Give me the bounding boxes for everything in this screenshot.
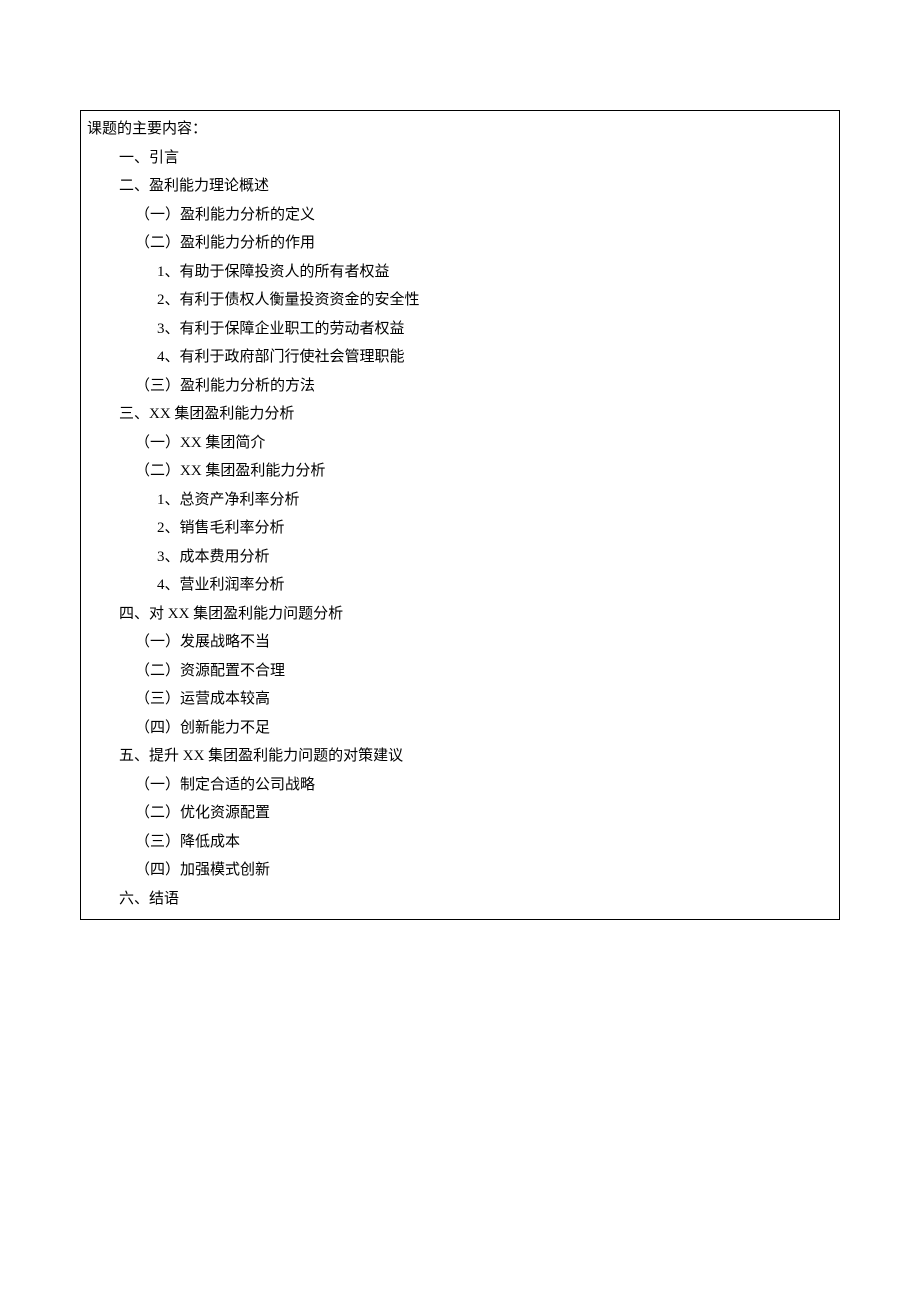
outline-body: 一、引言二、盈利能力理论概述（一）盈利能力分析的定义（二）盈利能力分析的作用1、… (87, 144, 833, 914)
outline-item: （二）XX 集团盈利能力分析 (135, 457, 833, 486)
outline-item: （二）优化资源配置 (135, 799, 833, 828)
outline-item: 六、结语 (119, 885, 833, 914)
outline-item: 2、销售毛利率分析 (157, 514, 833, 543)
outline-item: （一）制定合适的公司战略 (135, 771, 833, 800)
outline-item: 二、盈利能力理论概述 (119, 172, 833, 201)
outline-container: 课题的主要内容： 一、引言二、盈利能力理论概述（一）盈利能力分析的定义（二）盈利… (80, 110, 840, 920)
outline-item: （三）降低成本 (135, 828, 833, 857)
outline-item: 4、有利于政府部门行使社会管理职能 (157, 343, 833, 372)
outline-item: （四）创新能力不足 (135, 714, 833, 743)
outline-item: 一、引言 (119, 144, 833, 173)
outline-heading: 课题的主要内容： (87, 115, 833, 144)
outline-item: 1、有助于保障投资人的所有者权益 (157, 258, 833, 287)
outline-item: （三）运营成本较高 (135, 685, 833, 714)
outline-item: （四）加强模式创新 (135, 856, 833, 885)
outline-item: （三）盈利能力分析的方法 (135, 372, 833, 401)
outline-item: （二）盈利能力分析的作用 (135, 229, 833, 258)
outline-item: 2、有利于债权人衡量投资资金的安全性 (157, 286, 833, 315)
outline-item: 3、成本费用分析 (157, 543, 833, 572)
outline-item: 五、提升 XX 集团盈利能力问题的对策建议 (119, 742, 833, 771)
outline-item: 4、营业利润率分析 (157, 571, 833, 600)
outline-item: 三、XX 集团盈利能力分析 (119, 400, 833, 429)
outline-item: （一）XX 集团简介 (135, 429, 833, 458)
outline-item: 3、有利于保障企业职工的劳动者权益 (157, 315, 833, 344)
outline-item: （一）发展战略不当 (135, 628, 833, 657)
outline-item: （二）资源配置不合理 (135, 657, 833, 686)
outline-item: 1、总资产净利率分析 (157, 486, 833, 515)
outline-item: 四、对 XX 集团盈利能力问题分析 (119, 600, 833, 629)
outline-item: （一）盈利能力分析的定义 (135, 201, 833, 230)
